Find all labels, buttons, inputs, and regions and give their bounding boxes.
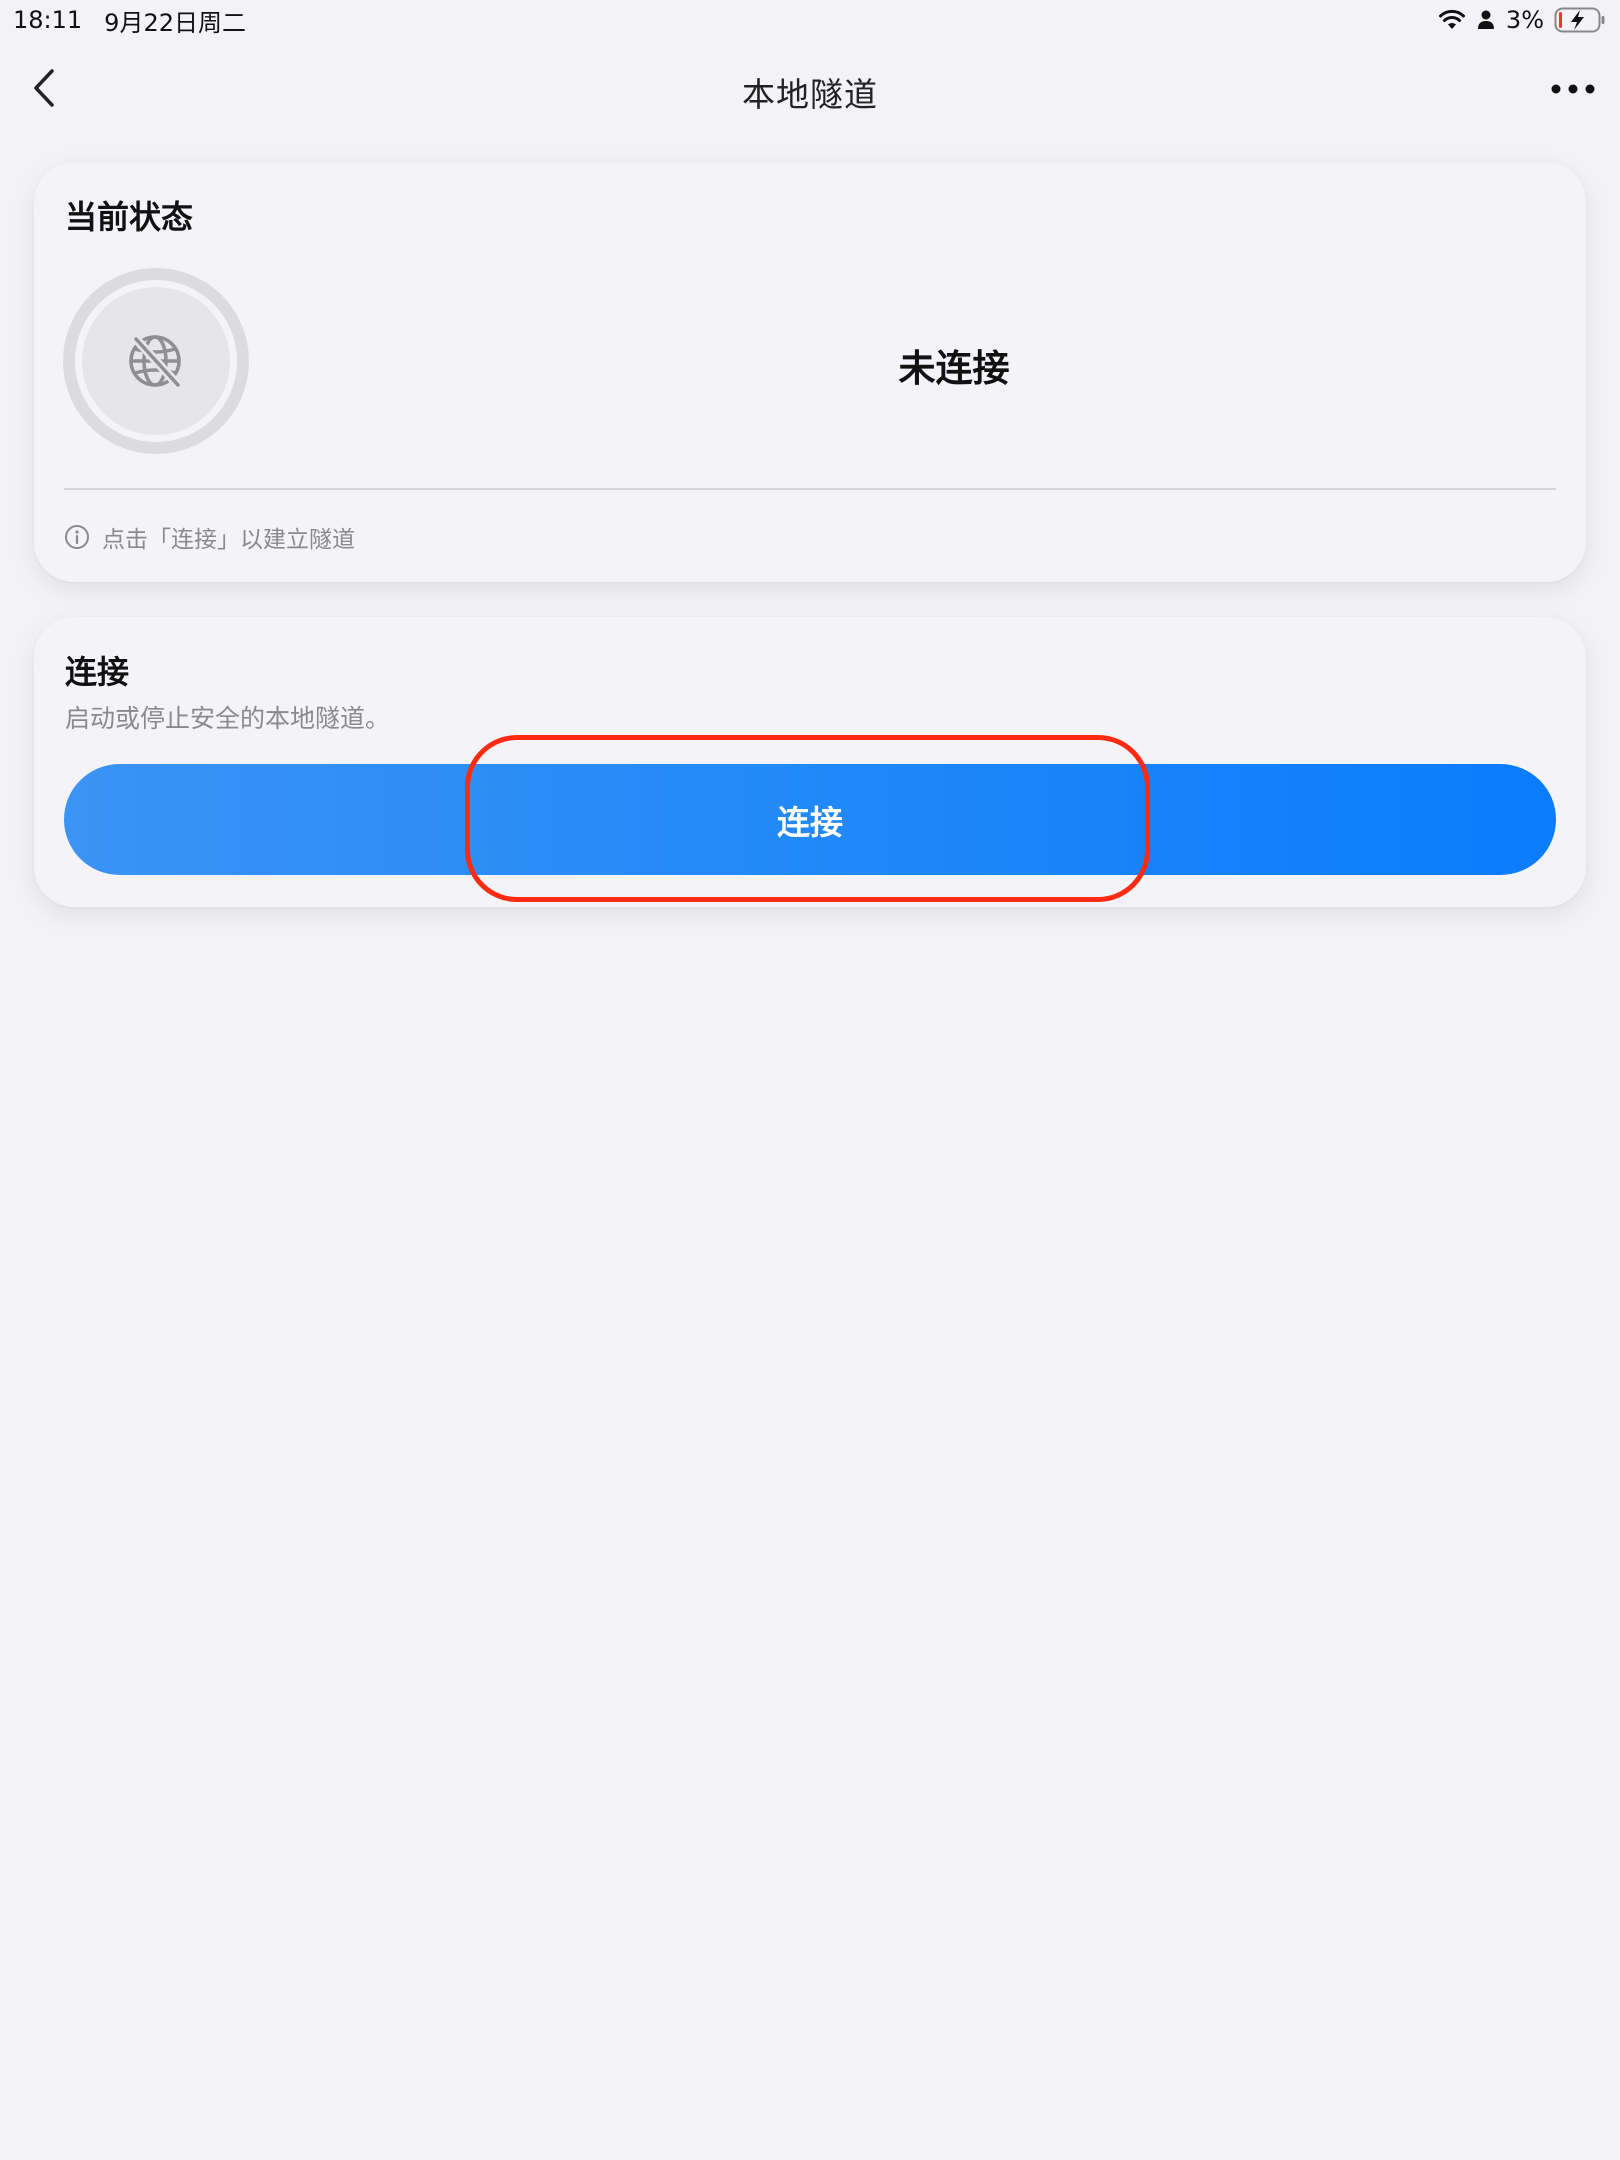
connect-card-title: 连接 [65,653,130,691]
connect-card-subtitle: 启动或停止安全的本地隧道。 [65,704,391,733]
status-time: 18:11 [13,6,83,34]
current-status-card: 当前状态 未连接 点击「连接」以建立隧道 [34,162,1586,582]
status-left: 18:11 9月22日周二 [13,3,246,38]
battery-percent: 3% [1505,6,1544,34]
connect-card: 连接 启动或停止安全的本地隧道。 连接 [34,617,1586,907]
person-icon [1476,9,1496,31]
navigation-bar: 本地隧道 [0,50,1620,126]
app-screen: 18:11 9月22日周二 3% 本地隧道 当前状态 未连接 点击「连接」以建立… [0,0,1620,2160]
status-bar: 18:11 9月22日周二 3% [0,0,1620,40]
page-title: 本地隧道 [742,75,878,114]
connection-status-text: 未连接 [898,347,1010,390]
hint-text: 点击「连接」以建立隧道 [102,527,355,553]
status-indicator [63,268,249,454]
ellipsis-icon [1551,84,1595,94]
globe-slash-icon [129,334,183,390]
status-date: 9月22日周二 [104,8,246,37]
hint-row: 点击「连接」以建立隧道 [64,520,355,554]
info-icon [65,525,89,549]
connect-button[interactable]: 连接 [64,764,1556,875]
divider [64,488,1556,490]
more-button[interactable] [1548,72,1598,106]
status-right: 3% [1438,6,1606,34]
status-card-title: 当前状态 [65,198,194,236]
battery-charging-icon [1554,7,1606,33]
wifi-icon [1438,9,1466,31]
